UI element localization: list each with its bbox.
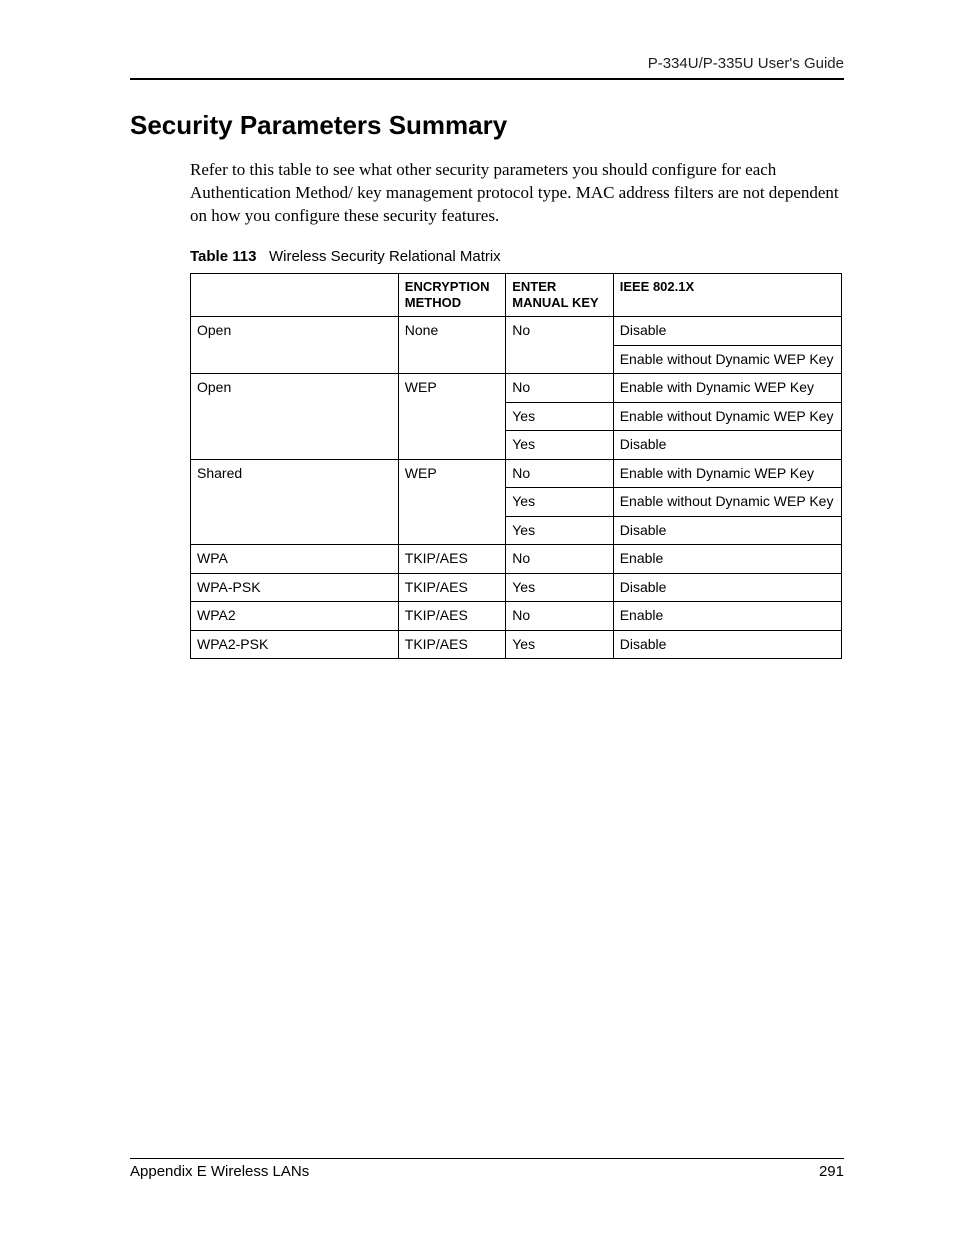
cell-enc: TKIP/AES <box>398 630 505 659</box>
cell-ieee: Enable without Dynamic WEP Key <box>613 488 841 517</box>
table-caption-text: Wireless Security Relational Matrix <box>269 248 501 265</box>
cell-ieee: Disable <box>613 317 841 346</box>
table-row: WPA-PSK TKIP/AES Yes Disable <box>191 573 842 602</box>
table-row: Shared WEP No Enable with Dynamic WEP Ke… <box>191 459 842 488</box>
cell-auth: Shared <box>191 459 399 545</box>
header-guide-title: P-334U/P-335U User's Guide <box>130 55 844 72</box>
cell-key: Yes <box>506 573 613 602</box>
table-header-cell: IEEE 802.1X <box>613 273 841 317</box>
footer-left: Appendix E Wireless LANs <box>130 1163 309 1180</box>
cell-auth: WPA-PSK <box>191 573 399 602</box>
cell-key: Yes <box>506 516 613 545</box>
cell-key: No <box>506 602 613 631</box>
section-title: Security Parameters Summary <box>130 110 844 141</box>
cell-key: Yes <box>506 488 613 517</box>
table-caption: Table 113 Wireless Security Relational M… <box>190 248 844 265</box>
cell-enc: WEP <box>398 374 505 460</box>
table-row: WPA2-PSK TKIP/AES Yes Disable <box>191 630 842 659</box>
cell-enc: TKIP/AES <box>398 545 505 574</box>
cell-key: Yes <box>506 431 613 460</box>
table-row: Open WEP No Enable with Dynamic WEP Key <box>191 374 842 403</box>
footer-page-number: 291 <box>819 1163 844 1180</box>
footer-rule <box>130 1158 844 1159</box>
cell-auth: WPA2-PSK <box>191 630 399 659</box>
section-intro: Refer to this table to see what other se… <box>190 159 844 228</box>
cell-key: Yes <box>506 402 613 431</box>
document-page: P-334U/P-335U User's Guide Security Para… <box>0 0 954 1235</box>
cell-key: No <box>506 374 613 403</box>
table-row: WPA TKIP/AES No Enable <box>191 545 842 574</box>
cell-key: No <box>506 545 613 574</box>
cell-enc: None <box>398 317 505 374</box>
cell-ieee: Disable <box>613 516 841 545</box>
table-header-cell <box>191 273 399 317</box>
page-footer: Appendix E Wireless LANs 291 <box>130 1158 844 1180</box>
header-rule <box>130 78 844 80</box>
table-header-cell: ENTER MANUAL KEY <box>506 273 613 317</box>
cell-auth: Open <box>191 317 399 374</box>
cell-enc: WEP <box>398 459 505 545</box>
cell-ieee: Disable <box>613 431 841 460</box>
security-matrix-table: ENCRYPTION METHOD ENTER MANUAL KEY IEEE … <box>190 273 842 660</box>
cell-ieee: Enable <box>613 545 841 574</box>
cell-key: Yes <box>506 630 613 659</box>
cell-key: No <box>506 317 613 374</box>
cell-enc: TKIP/AES <box>398 602 505 631</box>
cell-enc: TKIP/AES <box>398 573 505 602</box>
cell-ieee: Disable <box>613 573 841 602</box>
cell-ieee: Enable without Dynamic WEP Key <box>613 345 841 374</box>
cell-key: No <box>506 459 613 488</box>
cell-ieee: Enable with Dynamic WEP Key <box>613 459 841 488</box>
table-header-row: ENCRYPTION METHOD ENTER MANUAL KEY IEEE … <box>191 273 842 317</box>
cell-auth: WPA2 <box>191 602 399 631</box>
cell-auth: Open <box>191 374 399 460</box>
table-caption-label: Table 113 <box>190 248 256 265</box>
cell-ieee: Enable with Dynamic WEP Key <box>613 374 841 403</box>
cell-ieee: Enable without Dynamic WEP Key <box>613 402 841 431</box>
cell-ieee: Disable <box>613 630 841 659</box>
table-row: WPA2 TKIP/AES No Enable <box>191 602 842 631</box>
table-row: Open None No Disable <box>191 317 842 346</box>
table-header-cell: ENCRYPTION METHOD <box>398 273 505 317</box>
cell-ieee: Enable <box>613 602 841 631</box>
cell-auth: WPA <box>191 545 399 574</box>
